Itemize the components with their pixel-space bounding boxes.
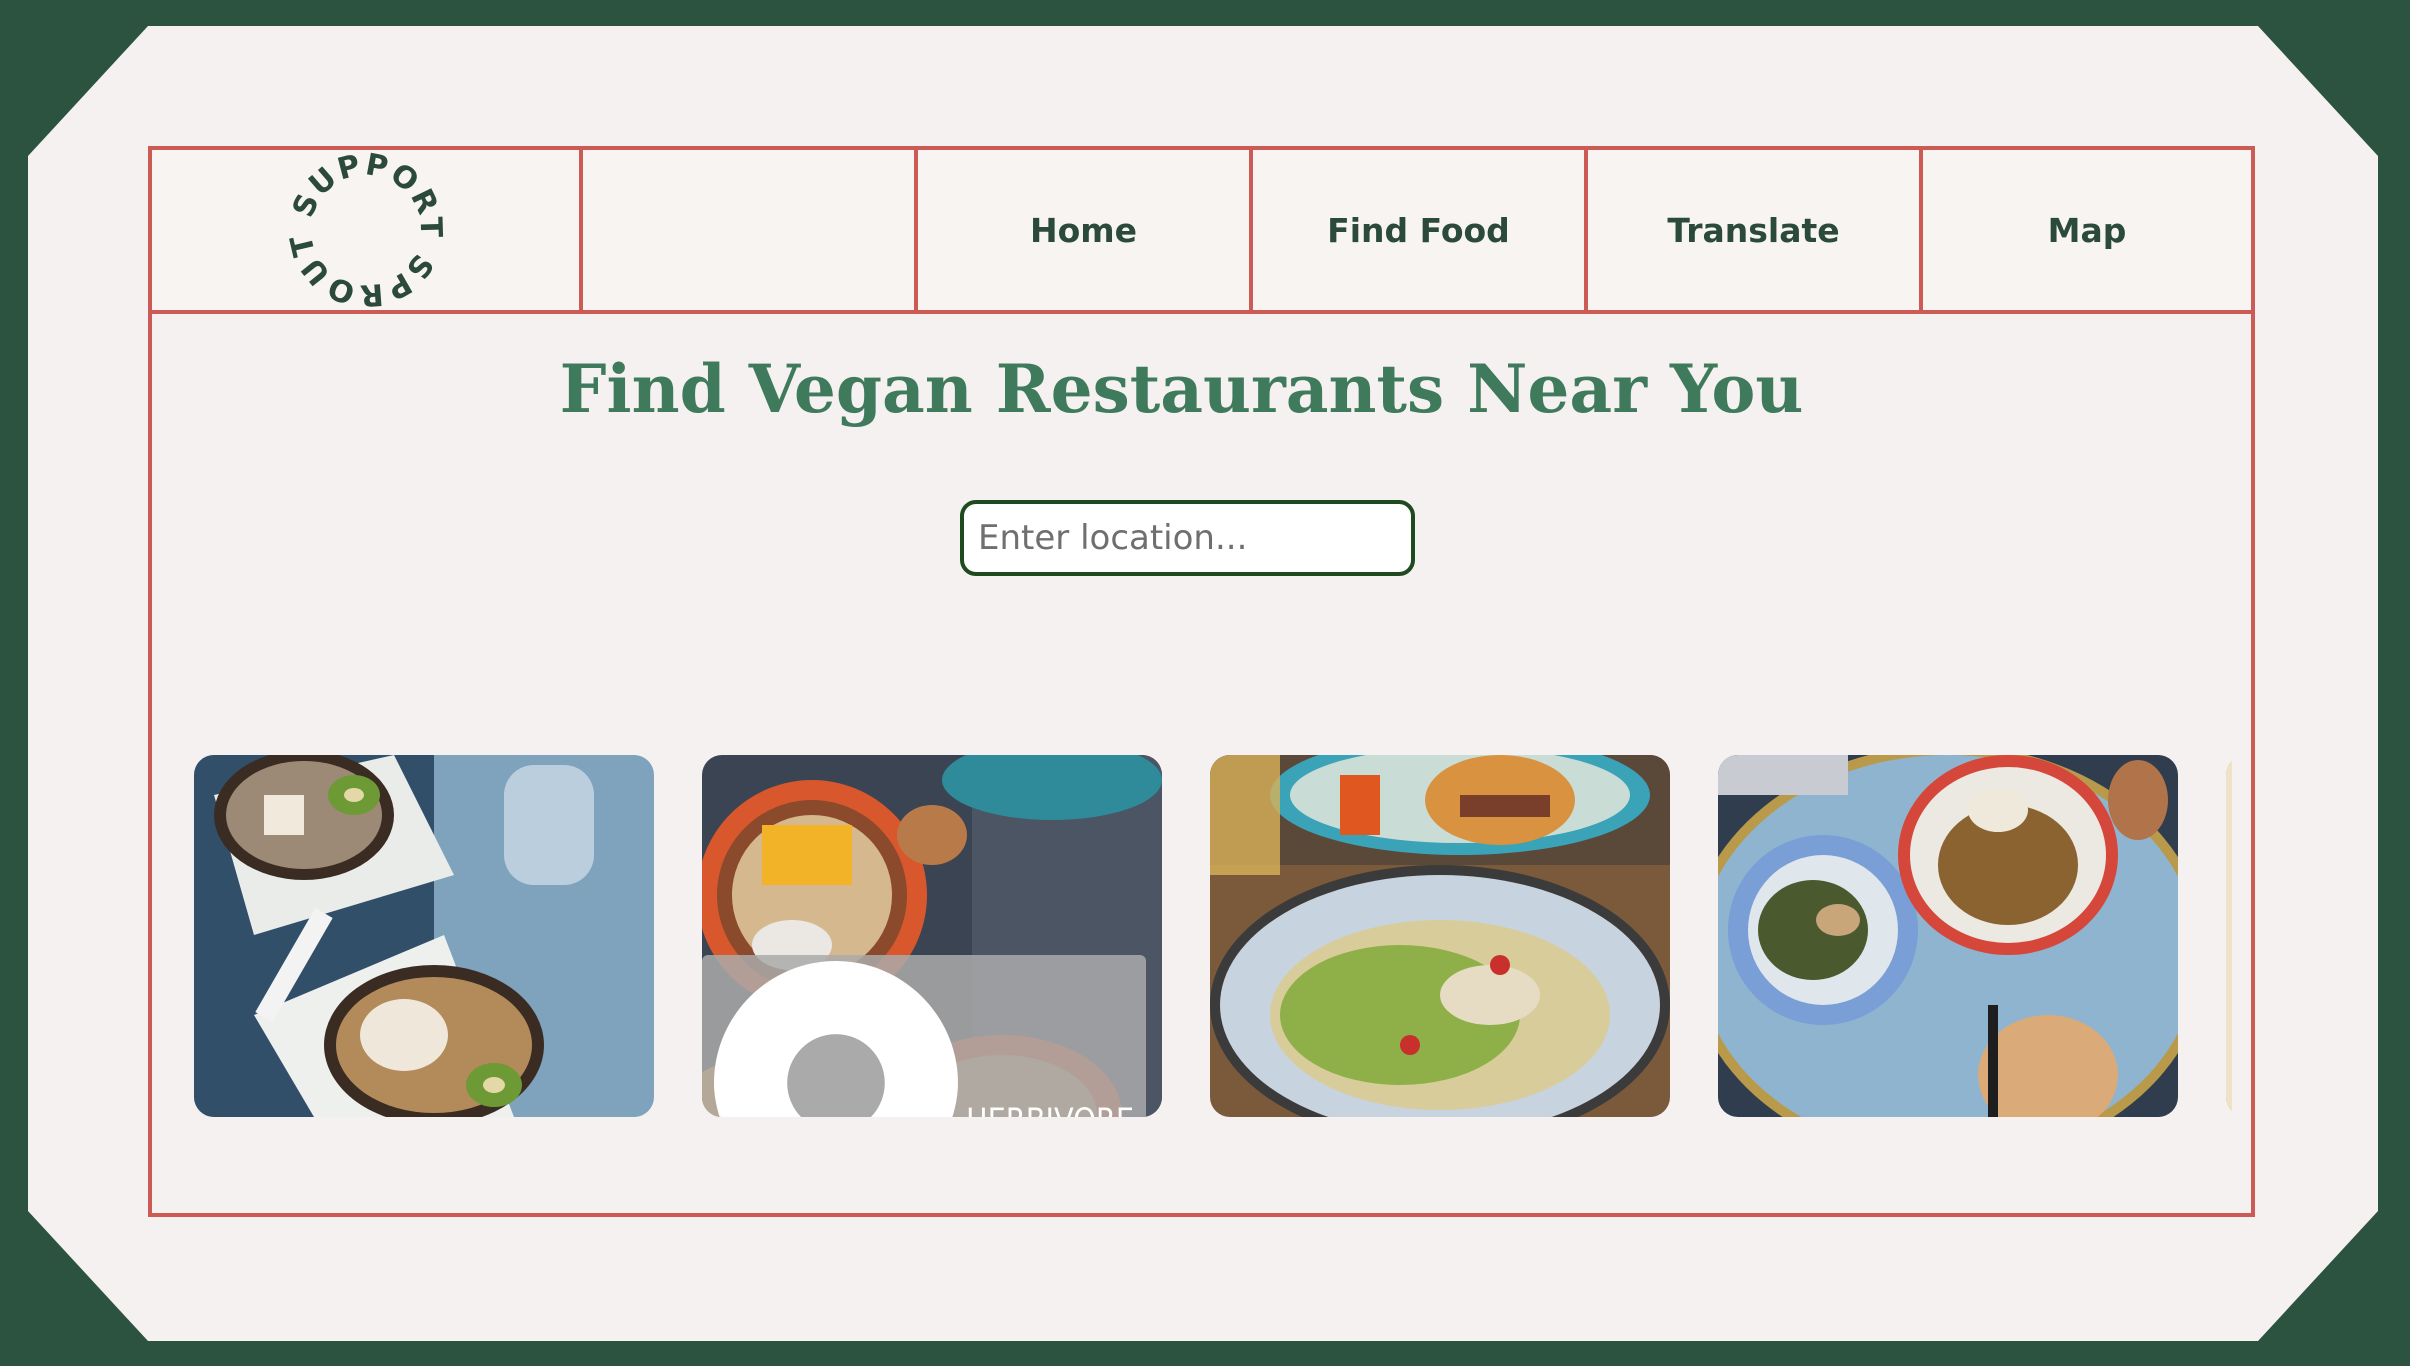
nav-link-translate[interactable]: Translate [1667, 211, 1839, 250]
gallery-photo[interactable] [194, 755, 654, 1117]
location-search-input[interactable] [960, 500, 1415, 576]
nav-spacer [579, 150, 914, 310]
food-photo-salad [1210, 755, 1670, 1117]
nav-item-map[interactable]: Map [1919, 150, 2251, 310]
food-photo-acai [194, 755, 654, 1117]
food-photo-partial [2226, 755, 2232, 1117]
brand-logo[interactable]: SUPPORT SPROUT [286, 150, 446, 310]
food-photo-greens [1718, 755, 2178, 1117]
gallery-photo[interactable] [1210, 755, 1670, 1117]
navbar: SUPPORT SPROUT Home Find Food Translate … [152, 150, 2251, 314]
nav-link-find-food[interactable]: Find Food [1327, 211, 1510, 250]
gallery-photo[interactable] [2226, 755, 2232, 1117]
main-frame: SUPPORT SPROUT Home Find Food Translate … [148, 146, 2255, 1217]
location-tag-label: HERBIVORE [966, 1101, 1134, 1117]
nav-item-translate[interactable]: Translate [1584, 150, 1919, 310]
photo-gallery[interactable]: HERBIVORE [194, 755, 2232, 1117]
nav-item-find-food[interactable]: Find Food [1249, 150, 1584, 310]
gallery-photo[interactable]: HERBIVORE [702, 755, 1162, 1117]
nav-link-map[interactable]: Map [2048, 211, 2127, 250]
page-title: Find Vegan Restaurants Near You [559, 350, 1804, 428]
location-tag: HERBIVORE [702, 955, 1146, 1117]
nav-link-home[interactable]: Home [1030, 211, 1137, 250]
nav-item-home[interactable]: Home [914, 150, 1249, 310]
logo-text: SUPPORT SPROUT [286, 150, 446, 310]
logo-cell: SUPPORT SPROUT [152, 150, 579, 310]
gallery-photo[interactable] [1718, 755, 2178, 1117]
map-pin-icon [714, 961, 958, 1117]
